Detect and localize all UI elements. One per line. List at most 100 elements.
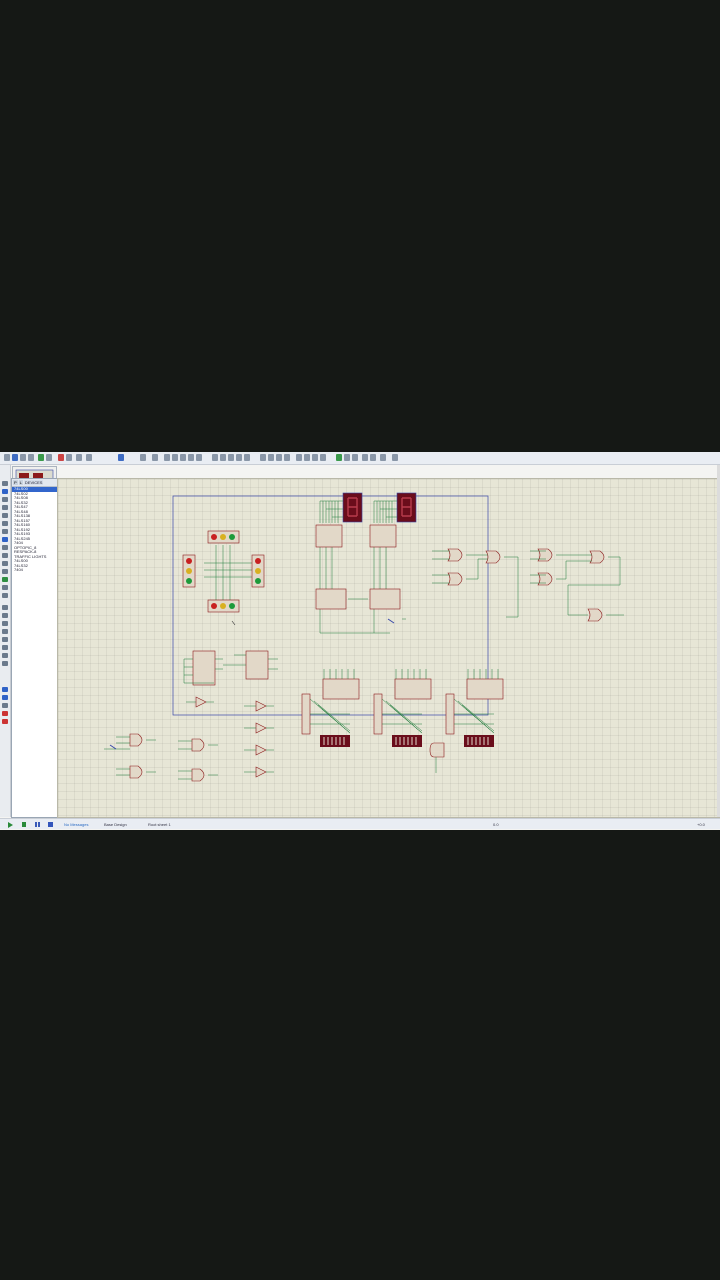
graph-icon[interactable] — [2, 553, 8, 558]
pcb-icon[interactable] — [58, 454, 64, 461]
sheet-name: Root sheet 1 — [148, 822, 171, 827]
library-manager-button[interactable]: L — [18, 480, 23, 485]
undo-icon[interactable] — [212, 454, 218, 461]
pause-button[interactable] — [35, 822, 40, 827]
text-icon[interactable] — [2, 645, 8, 650]
redo-icon[interactable] — [220, 454, 226, 461]
box-icon[interactable] — [2, 613, 8, 618]
decompose-icon[interactable] — [320, 454, 326, 461]
block-rotate-icon[interactable] — [276, 454, 282, 461]
property-tool-icon[interactable] — [352, 454, 358, 461]
electrical-check-icon[interactable] — [392, 454, 398, 461]
origin-icon[interactable] — [152, 454, 158, 461]
schematic-icon[interactable] — [46, 454, 52, 461]
pan-icon[interactable] — [164, 454, 170, 461]
path-icon[interactable] — [2, 637, 8, 642]
selection-mode-icon[interactable] — [2, 481, 8, 486]
open-file-icon[interactable] — [12, 454, 18, 461]
home-icon[interactable] — [38, 454, 44, 461]
help-icon[interactable] — [118, 454, 124, 461]
block-move-icon[interactable] — [268, 454, 274, 461]
zoom-area-icon[interactable] — [196, 454, 202, 461]
pick-device-icon[interactable] — [296, 454, 302, 461]
package-tool-icon[interactable] — [312, 454, 318, 461]
bcd-counter-group-1[interactable] — [301, 669, 360, 747]
current-probe-icon[interactable] — [2, 585, 8, 590]
arc-icon[interactable] — [2, 629, 8, 634]
device-selector-panel: P L DEVICES 74LS00 74LS02 74LS08 74LS32 74LS… — [11, 478, 58, 818]
new-file-icon[interactable] — [4, 454, 10, 461]
design-selector[interactable]: Base Design — [104, 822, 127, 827]
make-device-icon[interactable] — [304, 454, 310, 461]
netlist-icon[interactable] — [380, 454, 386, 461]
decoder-chip-u7[interactable] — [315, 524, 343, 548]
messages-indicator[interactable]: No Messages — [64, 822, 88, 827]
new-sheet-icon[interactable] — [362, 454, 368, 461]
devices-label: DEVICES — [23, 480, 44, 485]
line-icon[interactable] — [2, 605, 8, 610]
mirror-x-icon[interactable] — [2, 711, 8, 716]
step-button[interactable] — [22, 822, 26, 827]
proteus-window: P L DEVICES 74LS00 74LS02 74LS08 74LS32 74LS… — [0, 452, 720, 830]
play-button[interactable] — [8, 822, 13, 828]
import-icon[interactable] — [28, 454, 34, 461]
terminals-icon[interactable] — [2, 537, 8, 542]
paste-icon[interactable] — [244, 454, 250, 461]
search-icon[interactable] — [344, 454, 350, 461]
counter-chip-u9[interactable] — [315, 588, 347, 610]
block-delete-icon[interactable] — [284, 454, 290, 461]
tape-recorder-icon[interactable] — [2, 561, 8, 566]
device-pins-icon[interactable] — [2, 545, 8, 550]
zoom-all-icon[interactable] — [188, 454, 194, 461]
symbol-icon[interactable] — [2, 653, 8, 658]
grid-icon[interactable] — [140, 454, 146, 461]
cut-icon[interactable] — [228, 454, 234, 461]
text-script-icon[interactable] — [2, 513, 8, 518]
logic-gates-top-right[interactable] — [432, 548, 624, 622]
timer-chip-right[interactable] — [223, 650, 278, 680]
bom-icon[interactable] — [76, 454, 82, 461]
copy-icon[interactable] — [236, 454, 242, 461]
rotate-ccw-icon[interactable] — [2, 695, 8, 700]
junction-icon[interactable] — [2, 497, 8, 502]
remove-sheet-icon[interactable] — [370, 454, 376, 461]
zoom-out-icon[interactable] — [180, 454, 186, 461]
mode-toolbar — [0, 465, 11, 817]
and-gate-u13[interactable] — [429, 742, 445, 773]
seven-segment-display-2[interactable] — [396, 492, 417, 523]
main-toolbar — [0, 452, 720, 465]
wire-autorouter-icon[interactable] — [336, 454, 342, 461]
circle-icon[interactable] — [2, 621, 8, 626]
schematic-canvas[interactable] — [57, 478, 720, 818]
zoom-in-icon[interactable] — [172, 454, 178, 461]
bus-icon[interactable] — [2, 521, 8, 526]
angle-field-icon[interactable] — [2, 703, 8, 708]
wire-label-icon[interactable] — [2, 505, 8, 510]
counter-chip-u10[interactable] — [369, 588, 401, 610]
seven-segment-display-1[interactable] — [342, 492, 363, 523]
block-copy-icon[interactable] — [260, 454, 266, 461]
generator-icon[interactable] — [2, 569, 8, 574]
component-mode-icon[interactable] — [2, 489, 8, 494]
logic-gates-bottom-left[interactable] — [104, 700, 274, 782]
save-icon[interactable] — [20, 454, 26, 461]
bcd-counter-group-2[interactable] — [373, 669, 432, 747]
mirror-y-icon[interactable] — [2, 719, 8, 724]
traffic-lights-intersection[interactable] — [182, 530, 265, 613]
mouse-cursor-icon — [231, 620, 236, 626]
source-icon[interactable] — [86, 454, 92, 461]
inverter-gate-u11[interactable] — [186, 696, 214, 708]
device-list-item[interactable]: 7404 — [12, 567, 57, 573]
marker-icon[interactable] — [2, 661, 8, 666]
voltage-probe-icon[interactable] — [2, 577, 8, 582]
pick-from-libraries-button[interactable]: P — [13, 480, 18, 485]
decoder-chip-u8[interactable] — [369, 524, 397, 548]
timer-chip-left[interactable] — [183, 650, 223, 686]
virtual-instruments-icon[interactable] — [2, 593, 8, 598]
gerber-icon[interactable] — [66, 454, 72, 461]
subcircuit-icon[interactable] — [2, 529, 8, 534]
rotate-cw-icon[interactable] — [2, 687, 8, 692]
schematic-drawing[interactable] — [58, 479, 719, 817]
bcd-counter-group-3[interactable] — [445, 669, 504, 747]
stop-button[interactable] — [48, 822, 53, 827]
